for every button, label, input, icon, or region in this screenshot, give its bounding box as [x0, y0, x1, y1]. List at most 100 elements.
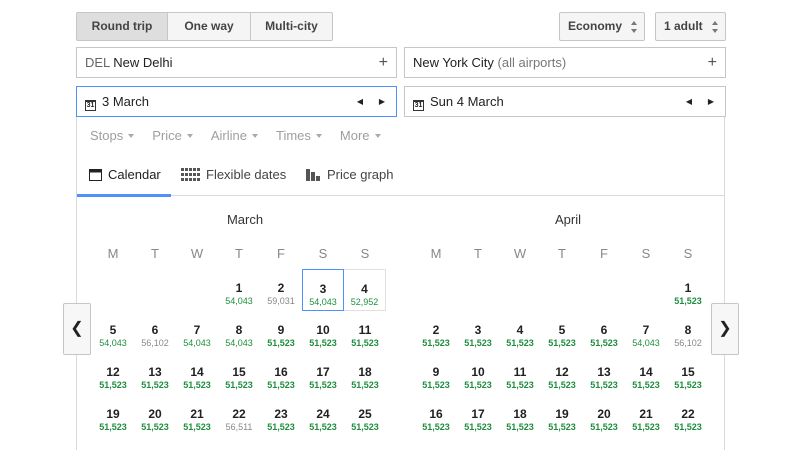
calendar-day[interactable]: 21 51,523 — [625, 395, 667, 437]
calendar-day[interactable]: 14 51,523 — [176, 353, 218, 395]
calendar-day[interactable]: 15 51,523 — [667, 353, 709, 395]
calendar-day[interactable]: 17 51,523 — [457, 395, 499, 437]
day-price: 51,523 — [309, 422, 337, 432]
prev-date-icon[interactable]: ◀ — [686, 87, 692, 116]
prev-date-icon[interactable]: ◀ — [357, 87, 363, 116]
filter-more[interactable]: More — [340, 128, 381, 143]
filter-airline[interactable]: Airline — [211, 128, 258, 143]
day-price: 54,043 — [99, 338, 127, 348]
calendar-day[interactable]: 18 51,523 — [499, 395, 541, 437]
calendar-day[interactable]: 22 56,511 — [218, 395, 260, 437]
day-price: 51,523 — [141, 380, 169, 390]
filter-times[interactable]: Times — [276, 128, 322, 143]
next-date-icon[interactable]: ▶ — [379, 87, 385, 116]
calendar-day[interactable]: 5 51,523 — [541, 311, 583, 353]
one-way-option[interactable]: One way — [167, 13, 250, 40]
day-price: 51,523 — [590, 422, 618, 432]
calendar-day[interactable]: 6 56,102 — [134, 311, 176, 353]
day-price: 51,523 — [632, 380, 660, 390]
calendar-day[interactable]: 3 54,043 — [302, 269, 344, 311]
weekday-label: M — [430, 246, 442, 261]
calendar-day[interactable]: 25 51,523 — [344, 395, 386, 437]
calendar-day[interactable]: 8 56,102 — [667, 311, 709, 353]
next-month-button[interactable]: ❯ — [711, 303, 739, 355]
weekday-label: W — [513, 246, 527, 261]
day-number: 6 — [600, 323, 608, 337]
calendar-day[interactable]: 12 51,523 — [541, 353, 583, 395]
cabin-class-dropdown[interactable]: Economy — [559, 12, 645, 41]
calendar-day[interactable]: 8 54,043 — [218, 311, 260, 353]
passengers-dropdown[interactable]: 1 adult — [655, 12, 726, 41]
filter-price[interactable]: Price — [152, 128, 193, 143]
calendar-day[interactable]: 1 54,043 — [218, 269, 260, 311]
calendar-day[interactable]: 2 51,523 — [415, 311, 457, 353]
previous-month-button[interactable]: ❮ — [63, 303, 91, 355]
day-number: 8 — [235, 323, 243, 337]
calendar-day[interactable]: 7 54,043 — [625, 311, 667, 353]
calendar-day[interactable]: 4 52,952 — [344, 269, 386, 311]
calendar-day[interactable]: 10 51,523 — [457, 353, 499, 395]
calendar-day[interactable]: 18 51,523 — [344, 353, 386, 395]
calendar-day[interactable]: 11 51,523 — [499, 353, 541, 395]
calendar-day[interactable]: 21 51,523 — [176, 395, 218, 437]
tab-price-graph-label: Price graph — [327, 167, 394, 182]
calendar-day[interactable]: 20 51,523 — [134, 395, 176, 437]
day-number: 3 — [474, 323, 482, 337]
tab-flexible-dates[interactable]: Flexible dates — [181, 167, 286, 195]
calendar-day[interactable]: 6 51,523 — [583, 311, 625, 353]
add-origin-plus-icon[interactable]: + — [379, 48, 388, 77]
day-number: 9 — [432, 365, 440, 379]
calendar-day[interactable]: 9 51,523 — [415, 353, 457, 395]
day-number: 11 — [513, 365, 527, 379]
next-date-icon[interactable]: ▶ — [708, 87, 714, 116]
calendar-day[interactable]: 9 51,523 — [260, 311, 302, 353]
day-price: 51,523 — [99, 422, 127, 432]
calendar-day[interactable]: 2 59,031 — [260, 269, 302, 311]
bar-chart-icon — [306, 169, 320, 181]
calendar-day[interactable]: 10 51,523 — [302, 311, 344, 353]
calendar-day[interactable]: 3 51,523 — [457, 311, 499, 353]
tab-calendar[interactable]: Calendar — [77, 167, 171, 197]
destination-field[interactable]: New York City (all airports) + — [404, 47, 726, 78]
updown-arrow-icon — [631, 21, 638, 33]
calendar-day[interactable]: 19 51,523 — [541, 395, 583, 437]
day-price: 56,511 — [225, 422, 253, 432]
calendar-day[interactable]: 22 51,523 — [667, 395, 709, 437]
return-date-label: Sun 4 March — [430, 94, 504, 109]
month-title: March — [226, 212, 264, 227]
day-price: 51,523 — [267, 338, 295, 348]
day-number: 2 — [432, 323, 440, 337]
day-price: 51,523 — [548, 380, 576, 390]
tab-price-graph[interactable]: Price graph — [306, 167, 393, 195]
calendar-day[interactable]: 15 51,523 — [218, 353, 260, 395]
add-destination-plus-icon[interactable]: + — [708, 48, 717, 77]
calendar-day[interactable]: 12 51,523 — [92, 353, 134, 395]
calendar-day[interactable]: 23 51,523 — [260, 395, 302, 437]
calendar-day[interactable]: 11 51,523 — [344, 311, 386, 353]
calendar-day[interactable]: 14 51,523 — [625, 353, 667, 395]
calendar-day[interactable]: 5 54,043 — [92, 311, 134, 353]
multi-city-option[interactable]: Multi-city — [250, 13, 332, 40]
calendar-day[interactable]: 13 51,523 — [134, 353, 176, 395]
calendar-day[interactable]: 24 51,523 — [302, 395, 344, 437]
calendar-day[interactable]: 16 51,523 — [260, 353, 302, 395]
calendar-day[interactable]: 13 51,523 — [583, 353, 625, 395]
return-date-field[interactable]: 31 Sun 4 March ◀ ▶ — [404, 86, 726, 117]
day-number: 17 — [471, 407, 485, 421]
calendar-day[interactable]: 7 54,043 — [176, 311, 218, 353]
calendar-day[interactable]: 16 51,523 — [415, 395, 457, 437]
calendar-day[interactable]: 19 51,523 — [92, 395, 134, 437]
filter-stops[interactable]: Stops — [90, 128, 134, 143]
day-price: 54,043 — [225, 338, 253, 348]
calendar-day[interactable]: 1 51,523 — [667, 269, 709, 311]
depart-date-field[interactable]: 31 3 March ◀ ▶ — [76, 86, 397, 117]
calendar-day[interactable]: 4 51,523 — [499, 311, 541, 353]
calendar-day[interactable]: 20 51,523 — [583, 395, 625, 437]
day-price: 56,102 — [141, 338, 169, 348]
day-number: 13 — [148, 365, 162, 379]
day-number: 16 — [429, 407, 443, 421]
origin-field[interactable]: DEL New Delhi + — [76, 47, 397, 78]
calendar-day[interactable]: 17 51,523 — [302, 353, 344, 395]
day-number: 4 — [361, 282, 368, 296]
round-trip-option[interactable]: Round trip — [77, 13, 167, 40]
